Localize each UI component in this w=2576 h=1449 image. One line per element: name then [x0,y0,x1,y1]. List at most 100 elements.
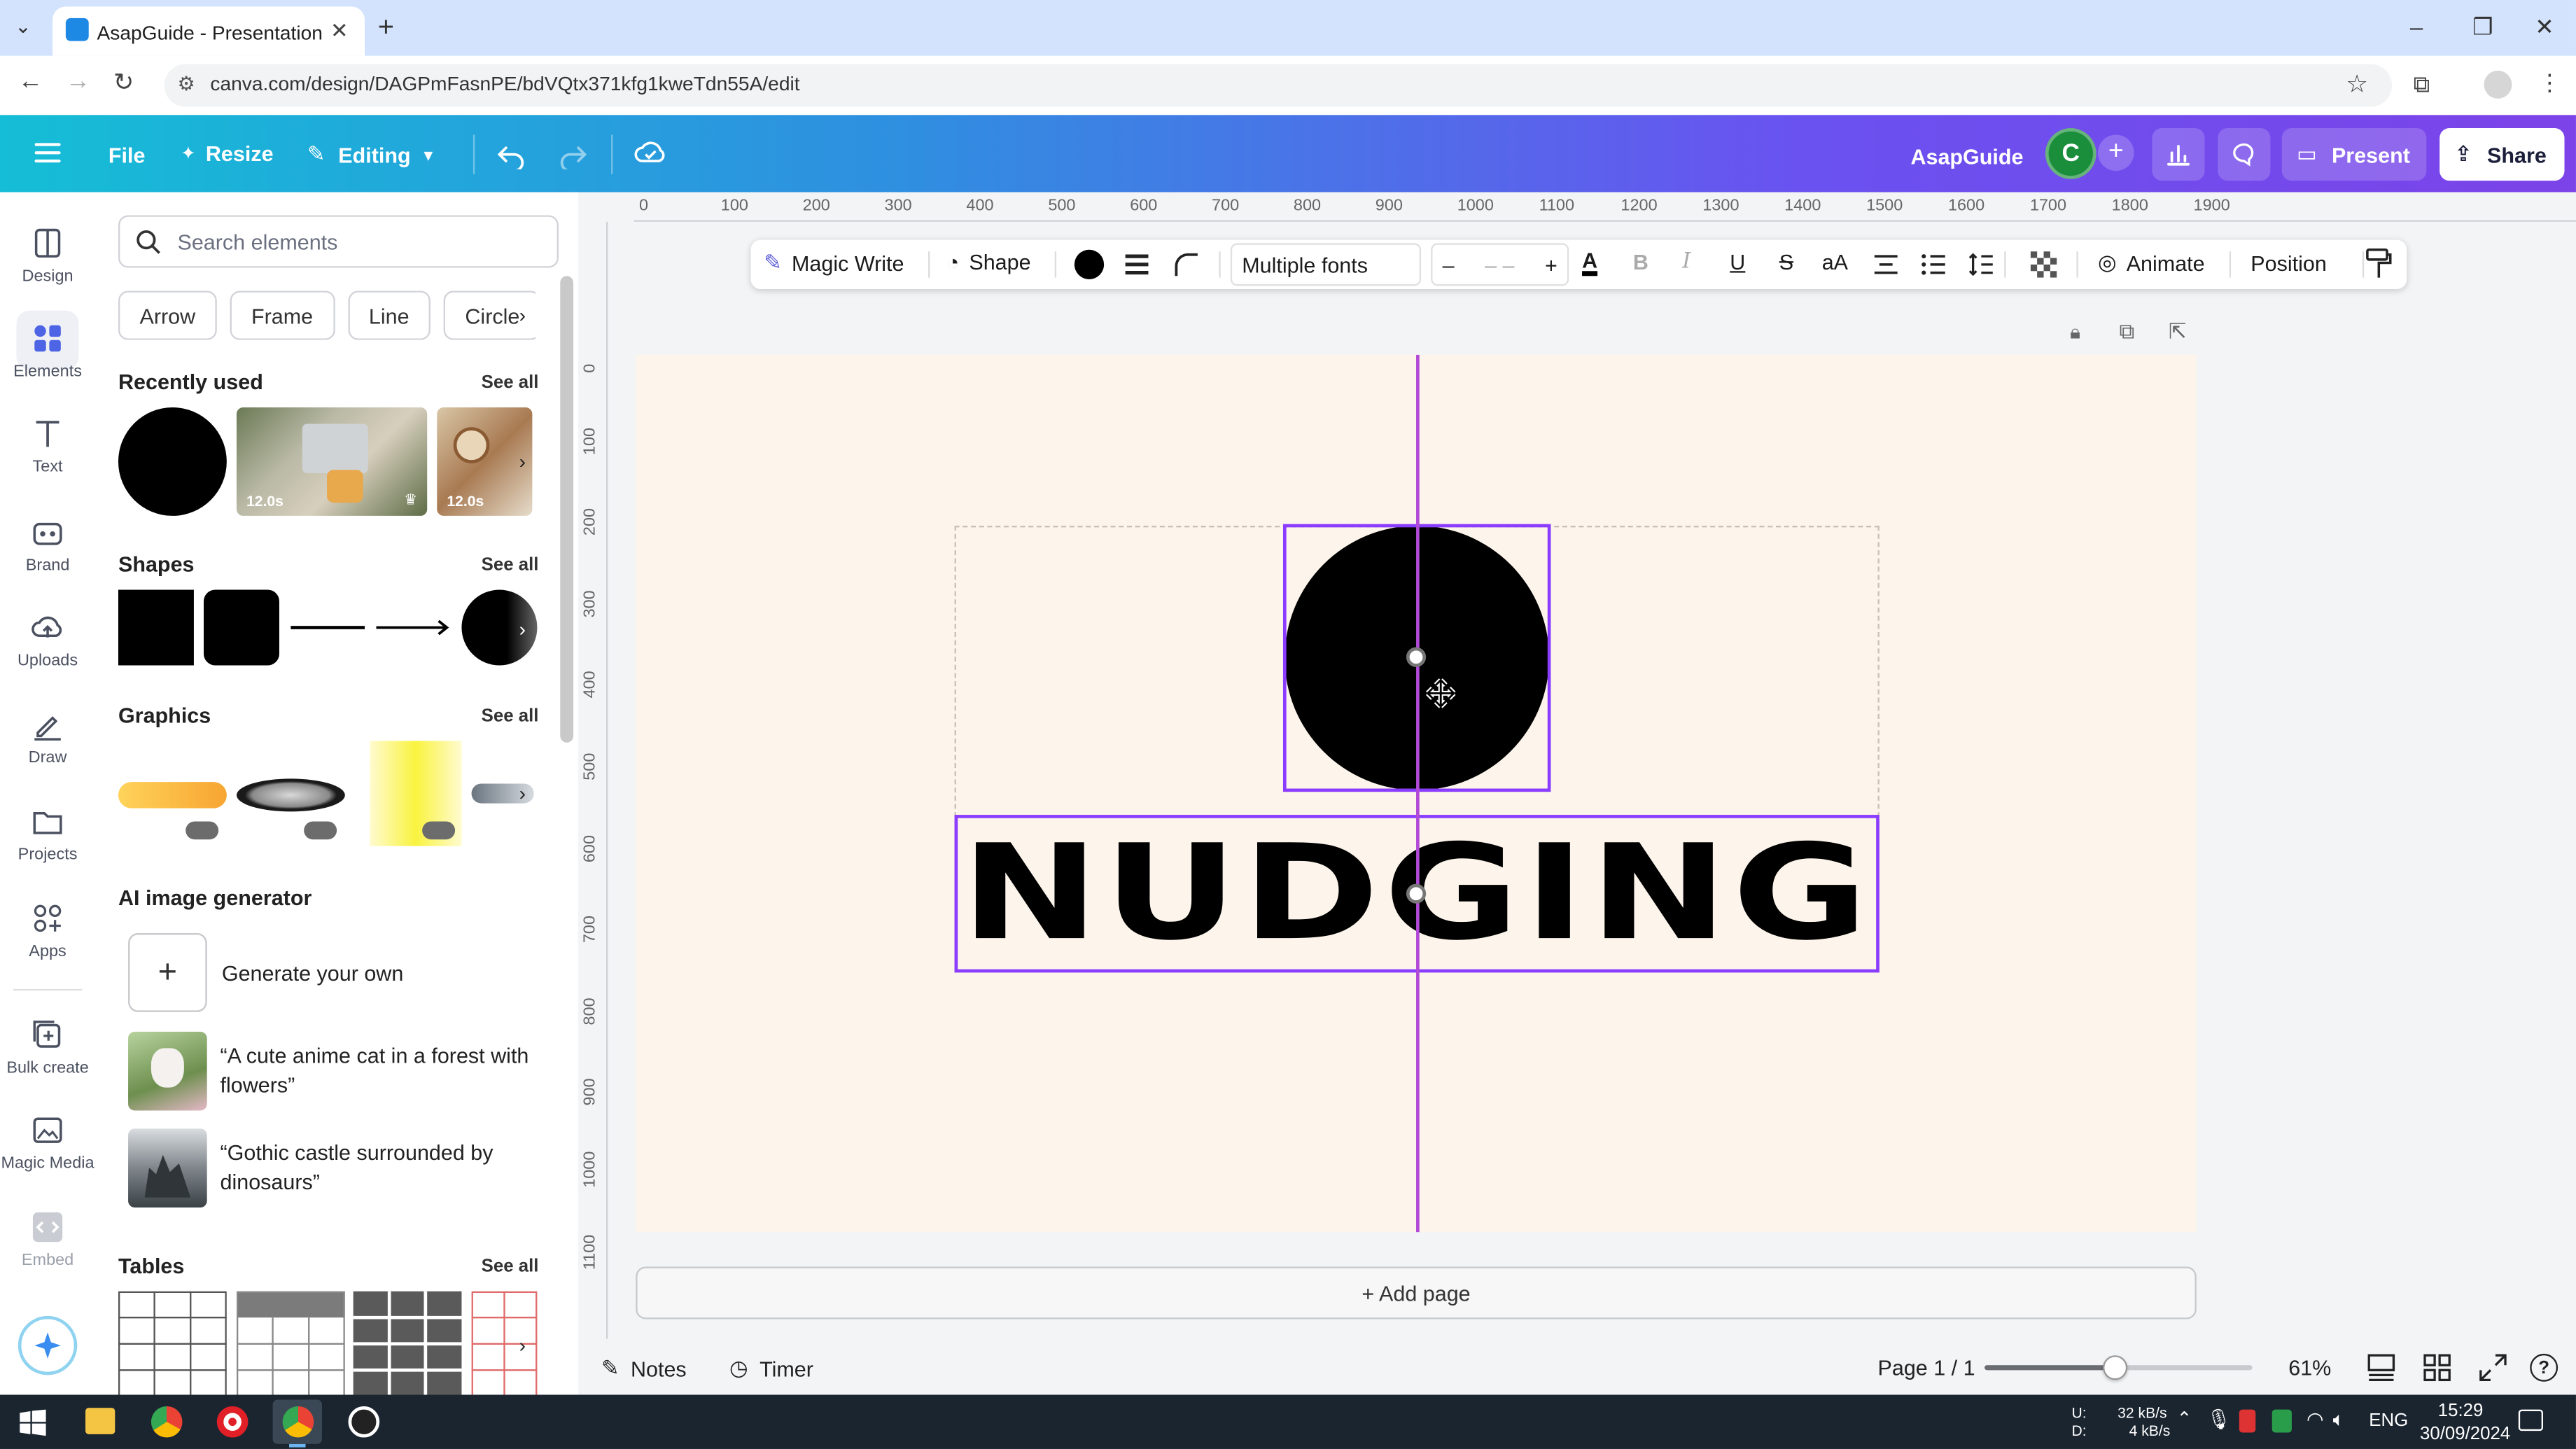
browser-tab[interactable]: AsapGuide - Presentation ✕ [52,6,365,56]
font-family-dropdown[interactable]: Multiple fonts [1230,243,1422,286]
windows-start-icon[interactable] [20,1409,46,1436]
volume-icon[interactable]: 🔈︎ [2333,1408,2345,1432]
forward-icon[interactable]: → [66,67,90,95]
position-button[interactable]: Position [2250,251,2327,276]
notifications-icon[interactable] [2518,1409,2544,1432]
close-tab-icon[interactable]: ✕ [330,18,349,45]
search-elements-input[interactable]: Search elements [118,215,559,268]
add-page-button[interactable]: + Add page [636,1266,2197,1320]
yellow-stroke-graphic[interactable] [118,782,227,808]
color-swatch[interactable] [1074,249,1105,279]
decrease-font-icon[interactable]: – [1443,252,1455,276]
generate-plus-icon[interactable]: + [128,933,207,1012]
timer-button[interactable]: ◷ Timer [729,1355,813,1382]
add-page-icon[interactable]: ⇱ [2169,318,2187,345]
close-window-icon[interactable]: ✕ [2535,13,2554,41]
page-view-icon[interactable] [2367,1354,2395,1382]
reload-icon[interactable]: ↻ [113,67,134,97]
rail-text[interactable]: Text [0,416,95,477]
see-all-tables[interactable]: See all [482,1256,539,1276]
notes-button[interactable]: ✎ Notes [601,1355,687,1382]
recent-circle-shape[interactable] [118,407,227,516]
extensions-icon[interactable]: ⧉ [2414,71,2430,99]
text-rotate-handle[interactable] [1406,883,1427,904]
recent-video-thumbnail-2[interactable]: 12.0s [437,407,533,516]
see-all-shapes[interactable]: See all [482,555,539,575]
project-name[interactable]: AsapGuide [1910,145,2023,169]
square-shape[interactable] [118,589,194,666]
editing-mode-dropdown[interactable]: ✎ Editing ▾ [307,141,433,168]
recent-next-icon[interactable]: › [519,450,526,473]
shapes-next-icon[interactable]: › [519,617,526,640]
generate-own-link[interactable]: Generate your own [222,961,404,986]
arrow-line-shape[interactable] [376,617,451,637]
line-spacing-icon[interactable] [1968,251,1995,278]
insights-chart-icon[interactable] [2152,128,2205,181]
text-color-icon[interactable]: A [1582,248,1597,272]
add-collaborator-icon[interactable]: + [2097,134,2134,172]
rail-brand[interactable]: Brand [0,514,95,575]
rail-embed[interactable]: Embed [0,1209,95,1270]
clock-time[interactable]: 15:29 [2438,1401,2484,1421]
tray-app-icon[interactable] [2272,1409,2292,1433]
chips-next-icon[interactable]: › [519,304,526,327]
gothic-castle-thumbnail[interactable] [128,1128,207,1208]
increase-font-icon[interactable]: + [1545,252,1558,276]
user-avatar[interactable]: C [2045,128,2096,179]
strikethrough-icon[interactable]: S [1779,250,1793,274]
microphone-icon[interactable]: 🎙︎ [2206,1408,2232,1431]
redo-icon[interactable] [559,139,588,169]
tray-app-icon[interactable] [2239,1409,2256,1433]
wifi-icon[interactable]: ◠ [2306,1408,2324,1431]
font-size-stepper[interactable]: – – – + [1431,243,1569,286]
zoom-slider[interactable] [1984,1355,2253,1380]
chrome-active-icon[interactable] [282,1406,314,1438]
letter-case-icon[interactable]: aA [1822,250,1848,274]
minimize-icon[interactable]: – [2410,13,2423,40]
table-header-thumbnail[interactable] [236,1291,345,1396]
corner-rounding-icon[interactable] [1173,250,1200,279]
restore-icon[interactable]: ❐ [2472,13,2493,41]
lock-page-icon[interactable]: 🔒︎ [2070,321,2080,345]
see-all-recently-used[interactable]: See all [482,373,539,393]
tray-chevron-up-icon[interactable]: ⌃ [2177,1408,2192,1429]
copy-style-icon[interactable] [2366,248,2393,281]
rail-draw[interactable]: Draw [0,706,95,767]
back-icon[interactable]: ← [18,67,43,95]
profile-avatar[interactable] [2484,70,2512,99]
help-icon[interactable]: ? [2530,1353,2558,1382]
rail-magic-media[interactable]: Magic Media [0,1112,95,1173]
bold-icon[interactable]: B [1633,250,1648,274]
animate-button[interactable]: ◎ Animate [2098,250,2205,276]
recorder-icon[interactable] [348,1406,380,1438]
line-shape[interactable] [290,626,365,629]
chip-line[interactable]: Line [347,290,431,340]
present-button[interactable]: ▭ Present [2281,128,2427,181]
black-disc-graphic[interactable] [236,778,345,812]
rounded-square-shape[interactable] [204,589,279,666]
page-indicator[interactable]: Page 1 / 1 [1878,1355,1975,1380]
opera-icon[interactable] [216,1406,248,1438]
transparency-icon[interactable] [2030,251,2057,278]
tab-list-icon[interactable]: ⌄ [15,15,31,38]
circle-rotate-handle[interactable] [1406,647,1427,667]
italic-icon[interactable]: I [1682,250,1690,274]
prompt-anime-cat[interactable]: “A cute anime cat in a forest with flowe… [220,1042,548,1100]
zoom-percentage[interactable]: 61% [2288,1355,2331,1380]
rail-apps[interactable]: Apps [0,900,95,961]
browser-menu-icon[interactable]: ⋮ [2538,69,2561,97]
undo-icon[interactable] [496,139,526,169]
fullscreen-icon[interactable] [2479,1354,2507,1382]
rail-projects[interactable]: Projects [0,804,95,864]
table-filled-thumbnail[interactable] [353,1291,462,1396]
site-info-icon[interactable]: ⚙ [177,72,195,95]
rail-design[interactable]: Design [0,225,95,286]
duplicate-page-icon[interactable]: ⧉ [2120,318,2135,345]
comment-icon[interactable] [2218,128,2271,181]
bookmark-star-icon[interactable]: ☆ [2346,69,2368,99]
share-button[interactable]: ⇪ Share [2440,128,2565,181]
align-center-icon[interactable] [1872,251,1899,278]
new-tab-icon[interactable]: + [378,11,394,44]
anime-cat-thumbnail[interactable] [128,1031,207,1111]
zoom-slider-handle[interactable] [2104,1355,2129,1380]
